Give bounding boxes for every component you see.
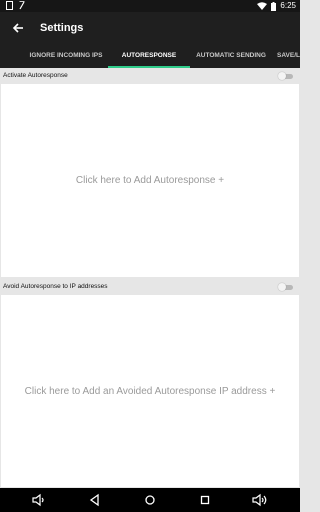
back-triangle-icon[interactable] [87, 492, 103, 508]
avoid-autoresponse-toggle[interactable] [278, 283, 294, 291]
home-circle-icon[interactable] [142, 492, 158, 508]
volume-up-icon[interactable] [252, 492, 268, 508]
toggle-thumb [278, 283, 286, 291]
status-time: 6:25 [280, 1, 296, 10]
battery-icon [271, 1, 277, 11]
wifi-icon [257, 2, 268, 10]
activate-autoresponse-row: Activate Autoresponse [0, 68, 300, 84]
arrow-back-icon[interactable] [10, 20, 26, 36]
add-autoresponse-text: Click here to Add Autoresponse + [75, 175, 225, 186]
notification-square-icon [6, 1, 13, 10]
sim-icon [19, 1, 25, 10]
page-title: Settings [40, 22, 84, 34]
add-avoided-ip-panel[interactable]: Click here to Add an Avoided Autorespons… [1, 295, 299, 487]
recents-square-icon[interactable] [197, 492, 213, 508]
status-bar: 6:25 [0, 0, 300, 12]
activate-autoresponse-toggle[interactable] [278, 72, 294, 80]
tab-bar: IGNORE INCOMING IPS AUTORESPONSE AUTOMAT… [0, 44, 300, 68]
tab-save-load[interactable]: SAVE/L [250, 44, 300, 68]
app-bar: Settings [0, 12, 300, 44]
activate-autoresponse-label: Activate Autoresponse [3, 72, 68, 79]
add-avoided-ip-text: Click here to Add an Avoided Autorespons… [24, 385, 276, 397]
avoid-autoresponse-label: Avoid Autoresponse to IP addresses [3, 283, 108, 290]
tab-autoresponse[interactable]: AUTORESPONSE [108, 44, 190, 68]
toggle-thumb [278, 72, 286, 80]
tab-ignore-incoming-ips[interactable]: IGNORE INCOMING IPS [14, 44, 118, 68]
volume-down-icon[interactable] [31, 492, 47, 508]
system-nav-bar [0, 488, 300, 512]
avoid-autoresponse-row: Avoid Autoresponse to IP addresses [0, 279, 300, 295]
add-autoresponse-panel[interactable]: Click here to Add Autoresponse + [1, 84, 299, 277]
